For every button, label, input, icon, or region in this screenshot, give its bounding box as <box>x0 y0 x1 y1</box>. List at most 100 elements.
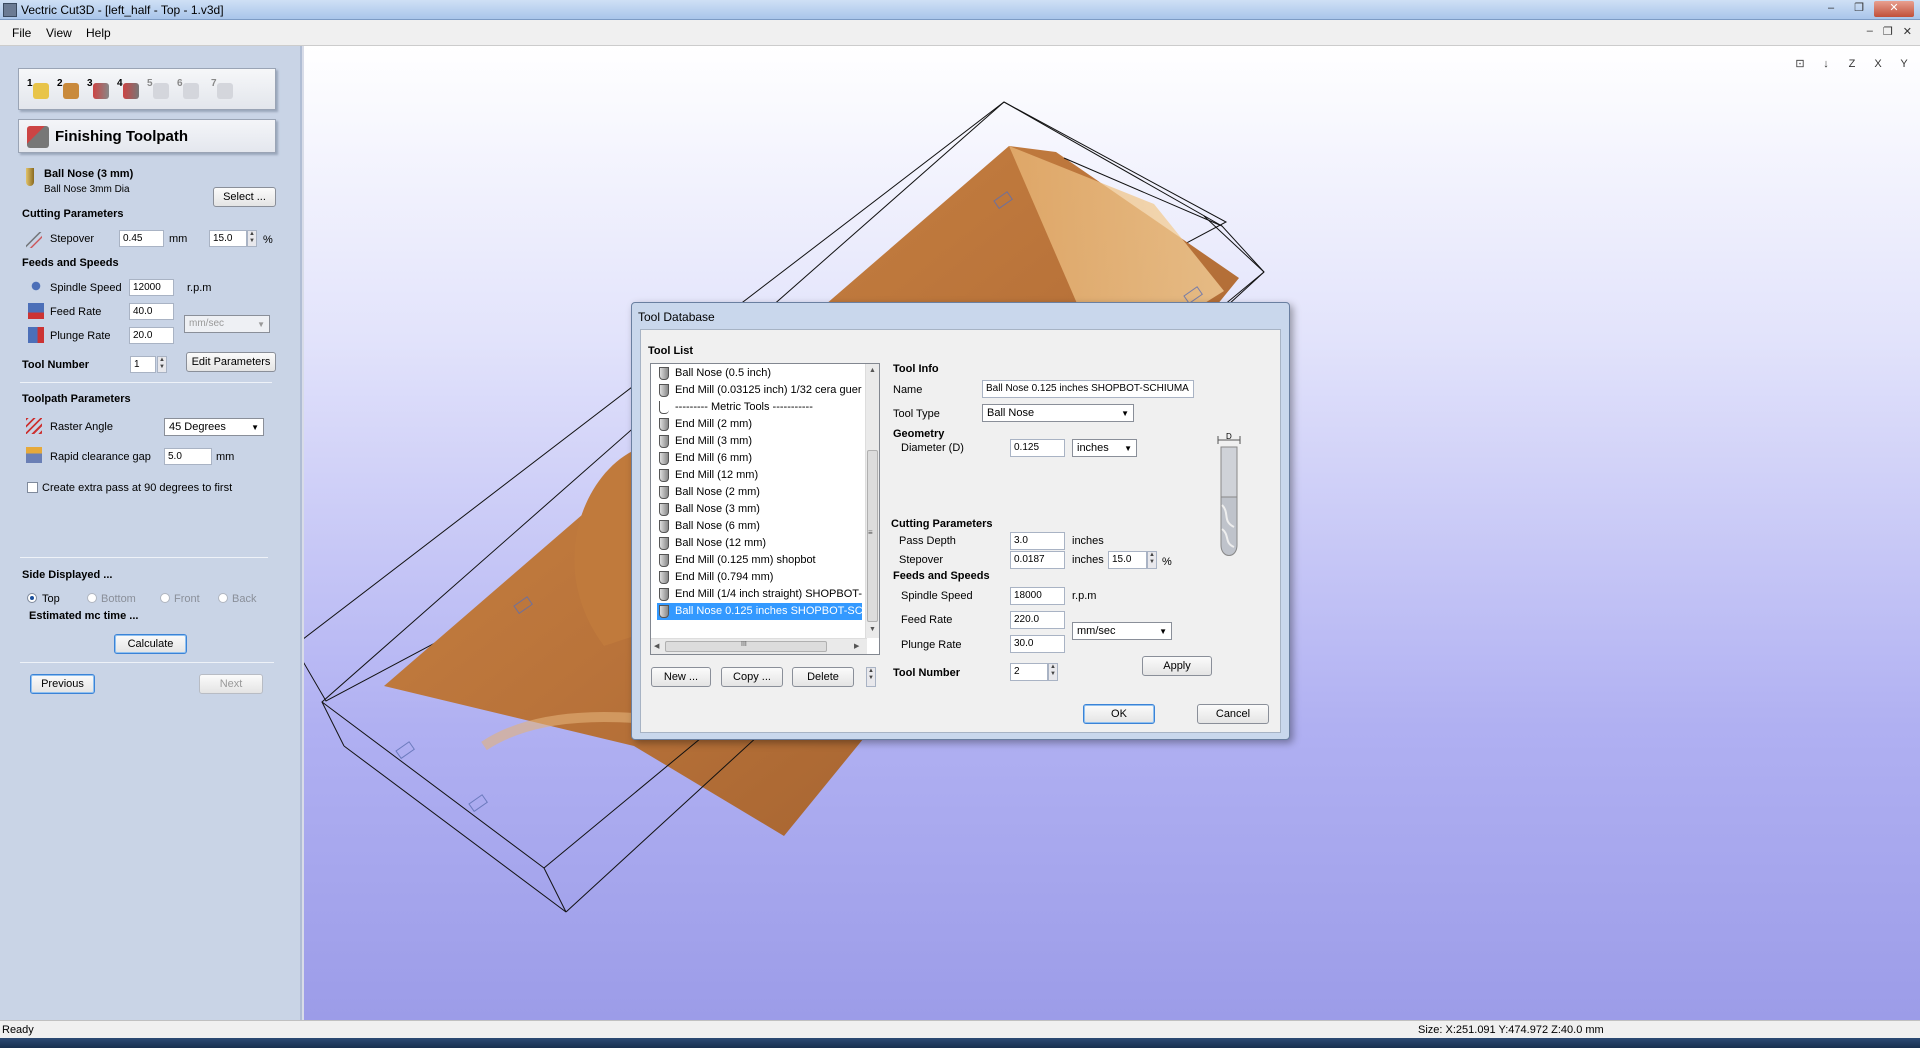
list-item[interactable]: End Mill (2 mm) <box>657 416 862 433</box>
dialog-stepover-input[interactable]: 0.0187 <box>1010 551 1065 569</box>
side-bottom-radio[interactable] <box>87 593 97 603</box>
dialog-rate-units-select[interactable]: mm/sec <box>1072 622 1172 640</box>
step-1-button[interactable]: 1 <box>27 78 53 102</box>
list-item[interactable]: End Mill (1/4 inch straight) SHOPBOT-SCH… <box>657 586 862 603</box>
dialog-plunge-rate-input[interactable]: 30.0 <box>1010 635 1065 653</box>
list-item[interactable]: --------- Metric Tools ----------- <box>657 399 862 416</box>
dialog-spindle-speed-label: Spindle Speed <box>901 590 973 602</box>
view-x-icon[interactable]: X <box>1868 54 1888 74</box>
pass-depth-input[interactable]: 3.0 <box>1010 532 1065 550</box>
dialog-feed-rate-input[interactable]: 220.0 <box>1010 611 1065 629</box>
cancel-button[interactable]: Cancel <box>1197 704 1269 724</box>
side-back-radio[interactable] <box>218 593 228 603</box>
previous-button[interactable]: Previous <box>30 674 95 694</box>
stepover-input[interactable]: 0.45 <box>119 230 164 247</box>
dialog-tool-number-input[interactable]: 2 <box>1010 663 1048 681</box>
stepover-percent-input[interactable]: 15.0 <box>209 230 247 247</box>
next-button[interactable]: Next <box>199 674 263 694</box>
step-4-button[interactable]: 4 <box>117 78 143 102</box>
edit-parameters-button[interactable]: Edit Parameters <box>186 352 276 372</box>
menu-file[interactable]: File <box>12 26 31 40</box>
list-item-selected[interactable]: Ball Nose 0.125 inches SHOPBOT-SCHIUMA <box>657 603 862 620</box>
feed-rate-input[interactable]: 40.0 <box>129 303 174 320</box>
title-bar: Vectric Cut3D - [left_half - Top - 1.v3d… <box>0 0 1920 20</box>
tool-order-spinner[interactable]: ▲ ▼ <box>866 667 876 687</box>
list-item[interactable]: End Mill (0.794 mm) <box>657 569 862 586</box>
list-item[interactable]: Ball Nose (6 mm) <box>657 518 862 535</box>
menu-help[interactable]: Help <box>86 26 111 40</box>
maximize-button[interactable]: ❐ <box>1846 1 1872 17</box>
divider <box>20 557 268 558</box>
step-3-button[interactable]: 3 <box>87 78 113 102</box>
stepover-percent-spinner[interactable]: ▲ ▼ <box>247 230 257 247</box>
list-item[interactable]: Ball Nose (0.5 inch) <box>657 365 862 382</box>
minimize-button[interactable]: – <box>1818 1 1844 17</box>
doc-minimize-button[interactable]: – <box>1867 25 1873 38</box>
dialog-tool-number-spinner[interactable]: ▲ ▼ <box>1048 663 1058 681</box>
list-item[interactable]: Ball Nose (12 mm) <box>657 535 862 552</box>
raster-angle-select[interactable]: 45 Degrees <box>164 418 264 436</box>
rate-units-select[interactable]: mm/sec <box>184 315 270 333</box>
copy-tool-button[interactable]: Copy ... <box>721 667 783 687</box>
plunge-rate-input[interactable]: 20.0 <box>129 327 174 344</box>
list-item[interactable]: Ball Nose (2 mm) <box>657 484 862 501</box>
rapid-clearance-input[interactable]: 5.0 <box>164 448 212 465</box>
scroll-up-icon[interactable]: ▲ <box>869 367 876 374</box>
view-iso-icon[interactable]: ↓ <box>1816 54 1836 74</box>
delete-tool-button[interactable]: Delete <box>792 667 854 687</box>
list-item[interactable]: End Mill (12 mm) <box>657 467 862 484</box>
tool-type-select[interactable]: Ball Nose <box>982 404 1134 422</box>
estimated-time-label: Estimated mc time ... <box>29 610 139 622</box>
close-button[interactable]: ✕ <box>1874 1 1914 17</box>
scroll-right-icon[interactable]: ▶ <box>854 642 859 650</box>
tool-list[interactable]: Ball Nose (0.5 inch) End Mill (0.03125 i… <box>650 363 880 655</box>
list-item[interactable]: End Mill (0.03125 inch) 1/32 cera guerci… <box>657 382 862 399</box>
list-item[interactable]: Ball Nose (3 mm) <box>657 501 862 518</box>
tool-icon <box>659 384 669 397</box>
list-item[interactable]: End Mill (0.125 mm) shopbot <box>657 552 862 569</box>
dialog-spindle-speed-input[interactable]: 18000 <box>1010 587 1065 605</box>
extra-pass-checkbox[interactable] <box>27 482 38 493</box>
view-fit-icon[interactable]: ⊡ <box>1790 54 1810 74</box>
doc-close-button[interactable]: ✕ <box>1903 25 1912 38</box>
selected-tool-name: Ball Nose (3 mm) <box>44 168 134 180</box>
finishing-icon <box>123 83 139 99</box>
diameter-input[interactable]: 0.125 <box>1010 439 1065 457</box>
doc-restore-button[interactable]: ❐ <box>1883 25 1893 38</box>
select-tool-button[interactable]: Select ... <box>213 187 276 207</box>
list-item[interactable]: End Mill (6 mm) <box>657 450 862 467</box>
spindle-speed-unit: r.p.m <box>187 282 212 294</box>
dialog-stepover-percent-input[interactable]: 15.0 <box>1108 551 1147 569</box>
side-front-radio[interactable] <box>160 593 170 603</box>
apply-button[interactable]: Apply <box>1142 656 1212 676</box>
spindle-speed-input[interactable]: 12000 <box>129 279 174 296</box>
tool-list-horizontal-scrollbar[interactable]: ◀ III ▶ <box>651 638 867 654</box>
step-7-button[interactable]: 7 <box>211 78 237 102</box>
geometry-heading: Geometry <box>893 428 945 440</box>
scroll-left-icon[interactable]: ◀ <box>654 642 659 650</box>
tool-number-input[interactable]: 1 <box>130 356 156 373</box>
open-folder-icon <box>33 83 49 99</box>
feed-rate-label: Feed Rate <box>50 306 102 318</box>
tool-list-label: Tool List <box>648 345 694 357</box>
tool-list-vertical-scrollbar[interactable]: ▲ ≡ ▼ <box>865 364 879 638</box>
tool-number-spinner[interactable]: ▲ ▼ <box>157 356 167 373</box>
scroll-down-icon[interactable]: ▼ <box>869 626 876 633</box>
feeds-speeds-heading: Feeds and Speeds <box>22 257 119 269</box>
dialog-title: Tool Database <box>638 310 715 324</box>
wizard-step-bar: 1 2 3 4 5 6 7 <box>18 68 276 110</box>
view-z-icon[interactable]: Z <box>1842 54 1862 74</box>
menu-view[interactable]: View <box>46 26 72 40</box>
dialog-stepover-percent-spinner[interactable]: ▲ ▼ <box>1147 551 1157 569</box>
list-item[interactable]: End Mill (3 mm) <box>657 433 862 450</box>
calculate-button[interactable]: Calculate <box>114 634 187 654</box>
side-top-radio[interactable] <box>27 593 37 603</box>
diameter-units-select[interactable]: inches <box>1072 439 1137 457</box>
step-6-button[interactable]: 6 <box>177 78 203 102</box>
ok-button[interactable]: OK <box>1083 704 1155 724</box>
view-y-icon[interactable]: Y <box>1894 54 1914 74</box>
new-tool-button[interactable]: New ... <box>651 667 711 687</box>
tool-name-input[interactable]: Ball Nose 0.125 inches SHOPBOT-SCHIUMA <box>982 380 1194 398</box>
step-5-button[interactable]: 5 <box>147 78 173 102</box>
step-2-button[interactable]: 2 <box>57 78 83 102</box>
